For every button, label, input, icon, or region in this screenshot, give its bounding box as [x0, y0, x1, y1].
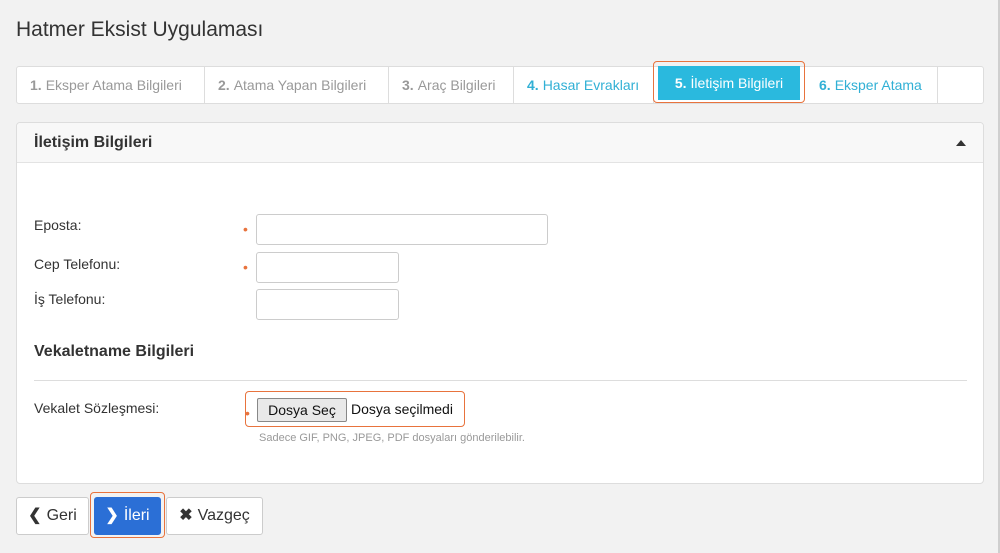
- app-title: Hatmer Eksist Uygulaması: [16, 18, 264, 41]
- back-button[interactable]: ❮ Geri: [16, 497, 89, 535]
- file-status: Dosya seçilmedi: [351, 401, 453, 417]
- wizard-step-4[interactable]: 4. Hasar Evrakları: [514, 67, 654, 103]
- wizard-step-6[interactable]: 6. Eksper Atama: [806, 67, 938, 103]
- proxy-section-title: Vekaletname Bilgileri: [34, 343, 195, 360]
- wizard-step-3[interactable]: 3. Araç Bilgileri: [389, 67, 514, 103]
- caret-up-icon[interactable]: [956, 140, 966, 146]
- work-phone-input[interactable]: [256, 289, 399, 320]
- mobile-label: Cep Telefonu:: [34, 256, 121, 272]
- chevron-left-icon: ❮: [28, 507, 42, 524]
- step-label: Araç Bilgileri: [417, 77, 496, 93]
- required-marker: •: [243, 259, 248, 275]
- step-number: 6.: [819, 77, 831, 93]
- active-step-pill[interactable]: 5. İletişim Bilgileri: [658, 66, 800, 100]
- step-number: 2.: [218, 77, 230, 93]
- file-help-text: Sadece GIF, PNG, JPEG, PDF dosyaları gön…: [259, 432, 525, 444]
- required-marker: •: [243, 221, 248, 237]
- step-number: 3.: [402, 77, 414, 93]
- choose-file-button[interactable]: Dosya Seç: [257, 398, 347, 422]
- step-label: İletişim Bilgileri: [690, 75, 784, 91]
- wizard-step-1[interactable]: 1. Eksper Atama Bilgileri: [17, 67, 205, 103]
- step-label: Eksper Atama Bilgileri: [45, 77, 182, 93]
- step-label: Hasar Evrakları: [542, 77, 640, 93]
- step-label: Eksper Atama: [834, 77, 922, 93]
- divider: [34, 380, 967, 381]
- file-input[interactable]: Dosya Seç Dosya seçilmedi: [245, 391, 465, 427]
- times-icon: ✖: [179, 507, 193, 524]
- step-number: 5.: [674, 75, 687, 91]
- panel-header[interactable]: İletişim Bilgileri: [17, 123, 983, 163]
- step-label: Atama Yapan Bilgileri: [233, 77, 367, 93]
- next-button[interactable]: ❯ İleri: [94, 497, 161, 535]
- contact-panel: İletişim Bilgileri Eposta: • Cep Telefon…: [16, 122, 984, 484]
- step-number: 1.: [30, 77, 42, 93]
- wizard-step-5-active[interactable]: 5. İletişim Bilgileri: [653, 61, 806, 103]
- chevron-right-icon: ❯: [105, 507, 119, 524]
- panel-title: İletişim Bilgileri: [34, 133, 153, 151]
- work-phone-label: İş Telefonu:: [34, 291, 106, 307]
- wizard-step-2[interactable]: 2. Atama Yapan Bilgileri: [205, 67, 389, 103]
- mobile-input[interactable]: [256, 252, 399, 283]
- wizard-steps: 1. Eksper Atama Bilgileri 2. Atama Yapan…: [16, 61, 984, 104]
- next-label: İleri: [123, 507, 150, 524]
- cancel-button[interactable]: ✖ Vazgeç: [166, 497, 263, 535]
- cancel-label: Vazgeç: [197, 507, 250, 524]
- step-number: 4.: [527, 77, 539, 93]
- contract-label: Vekalet Sözleşmesi:: [34, 400, 160, 416]
- back-label: Geri: [46, 507, 77, 524]
- email-input[interactable]: [256, 214, 548, 245]
- email-label: Eposta:: [34, 217, 82, 233]
